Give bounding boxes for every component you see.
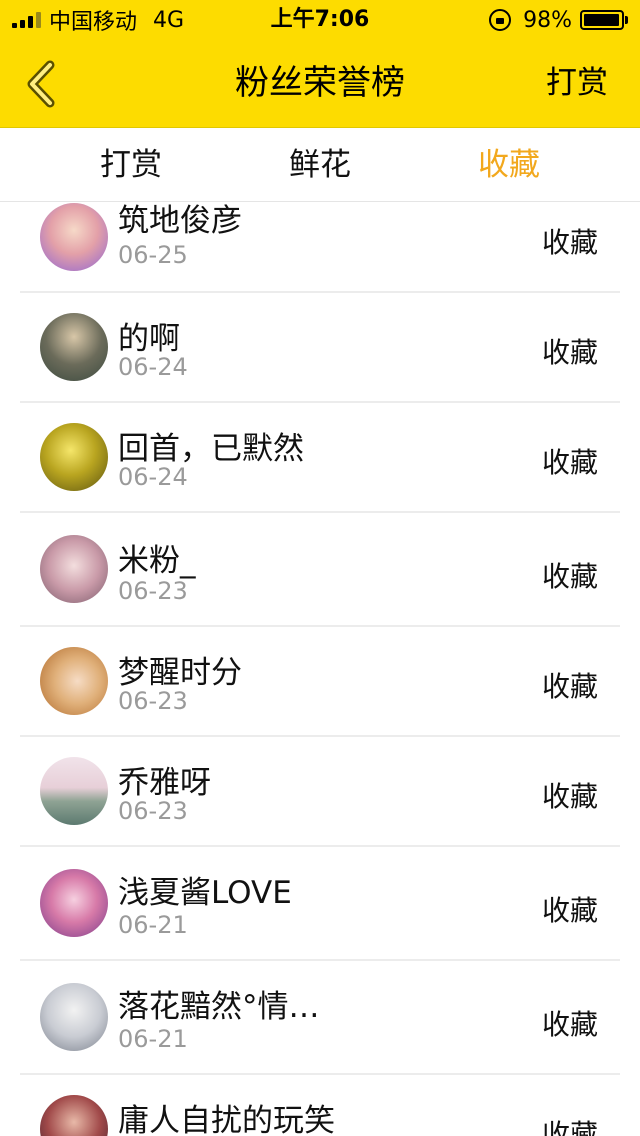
list-item[interactable]: 回首，已默然 06-24 收藏	[20, 403, 620, 513]
tab-bar: 打赏 鲜花 收藏	[0, 128, 640, 202]
fan-name: 浅夏酱LOVE	[118, 875, 292, 911]
avatar	[40, 535, 108, 603]
list-item[interactable]: 浅夏酱LOVE 06-21 收藏	[20, 847, 620, 961]
fan-action: 收藏	[541, 780, 598, 813]
fan-action: 收藏	[541, 670, 598, 703]
rotation-lock-icon	[489, 9, 512, 31]
fan-action: 收藏	[541, 336, 598, 369]
fan-date: 06-23	[118, 577, 188, 605]
list-item[interactable]: 筑地俊彦 06-25 收藏	[20, 203, 620, 293]
fan-action: 收藏	[541, 446, 598, 479]
fan-action: 收藏	[541, 894, 598, 927]
fan-date: 06-23	[118, 797, 188, 825]
list-item[interactable]: 梦醒时分 06-23 收藏	[20, 627, 620, 737]
fan-name: 米粉_	[118, 543, 196, 579]
fan-name: 落花黯然°情…	[118, 989, 320, 1025]
reward-button[interactable]: 打赏	[546, 40, 608, 128]
avatar	[40, 869, 108, 937]
fan-date: 06-24	[118, 353, 188, 381]
avatar	[40, 647, 108, 715]
avatar	[40, 757, 108, 825]
fan-action: 收藏	[541, 560, 598, 593]
avatar	[40, 983, 108, 1051]
status-bar: 中国移动 4G 上午7:06 98%	[0, 0, 640, 40]
list-item[interactable]: 乔雅呀 06-23 收藏	[20, 737, 620, 847]
fan-name: 庸人自扰的玩笑	[118, 1103, 335, 1136]
fan-action: 收藏	[541, 1118, 598, 1136]
fan-action: 收藏	[541, 226, 598, 259]
avatar	[40, 1095, 108, 1136]
battery-icon	[580, 10, 628, 30]
avatar	[40, 423, 108, 491]
battery-fill	[584, 14, 620, 26]
fan-action: 收藏	[541, 1008, 598, 1041]
fan-date: 06-21	[118, 911, 188, 939]
list-item[interactable]: 落花黯然°情… 06-21 收藏	[20, 961, 620, 1075]
fan-name: 乔雅呀	[118, 765, 211, 801]
fan-name: 筑地俊彦	[118, 203, 242, 239]
tab-reward[interactable]: 打赏	[100, 128, 162, 202]
avatar	[40, 203, 108, 271]
fan-date: 06-23	[118, 687, 188, 715]
page-title: 粉丝荣誉榜	[235, 63, 405, 103]
battery-group: 98%	[489, 6, 628, 34]
nav-bar: 粉丝荣誉榜 打赏	[0, 40, 640, 128]
list-item[interactable]: 的啊 06-24 收藏	[20, 293, 620, 403]
list-item[interactable]: 庸人自扰的玩笑 收藏	[20, 1075, 620, 1136]
fan-date: 06-25	[118, 241, 188, 269]
fan-list[interactable]: 筑地俊彦 06-25 收藏 的啊 06-24 收藏 回首，已默然 06-24 收…	[0, 203, 640, 1136]
fan-name: 的啊	[118, 321, 180, 357]
fan-name: 回首，已默然	[118, 431, 304, 467]
battery-percent: 98%	[523, 7, 572, 33]
avatar	[40, 313, 108, 381]
list-item[interactable]: 米粉_ 06-23 收藏	[20, 513, 620, 627]
tab-collect[interactable]: 收藏	[478, 128, 540, 202]
fan-date: 06-21	[118, 1025, 188, 1053]
tab-flowers[interactable]: 鲜花	[289, 128, 351, 202]
fan-date: 06-24	[118, 463, 188, 491]
fan-name: 梦醒时分	[118, 655, 242, 691]
